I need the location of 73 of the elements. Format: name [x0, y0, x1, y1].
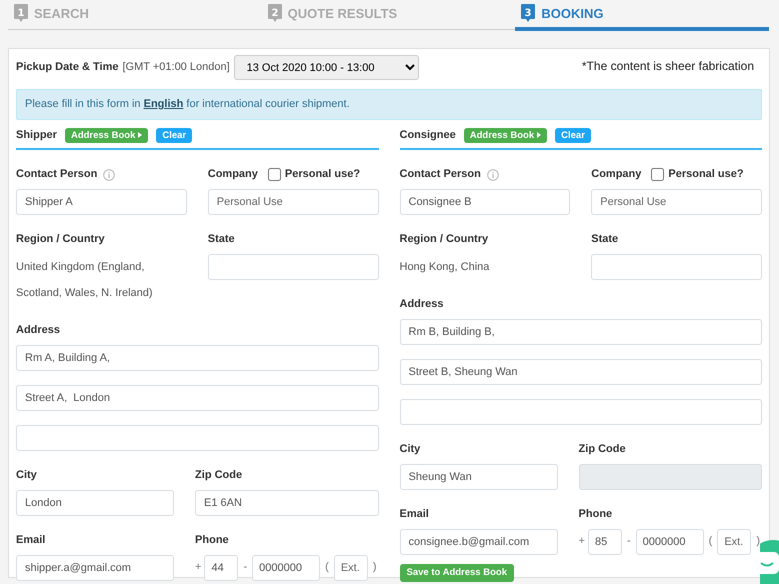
step-number-badge: 2: [268, 4, 282, 23]
field-label: State: [591, 232, 618, 248]
field-label: Email: [16, 533, 46, 548]
input-field[interactable]: consignee.b@gmail.com: [400, 528, 558, 554]
field-label: Company: [208, 167, 258, 182]
input-field[interactable]: Consignee B: [400, 188, 570, 214]
input-field[interactable]: Personal Use: [208, 188, 378, 214]
step-number-badge: 1: [14, 4, 28, 23]
input-field[interactable]: Ext.: [334, 554, 368, 580]
field-label: Company: [591, 167, 642, 182]
input-field[interactable]: 85: [588, 528, 622, 554]
disclaimer-note: *The content is sheer fabrication: [582, 58, 754, 75]
section-title: Shipper: [16, 128, 57, 143]
input-field[interactable]: Sheung Wan: [400, 464, 558, 490]
section-title: Consignee: [400, 128, 456, 143]
input-field[interactable]: Street B, Sheung Wan: [400, 358, 762, 384]
timezone-label: [GMT +01:00 London]: [122, 60, 230, 76]
field-label: Phone: [578, 507, 612, 522]
region-text: Scotland, Wales, N. Ireland): [16, 286, 154, 300]
phone-separator: -: [626, 534, 631, 550]
field-label: Address: [400, 297, 444, 312]
field-label: Zip Code: [195, 468, 242, 484]
pickup-label: Pickup Date & Time: [16, 60, 118, 76]
input-field[interactable]: London: [16, 490, 174, 516]
checkbox-label: Personal use?: [284, 167, 360, 182]
english-link[interactable]: English: [144, 98, 184, 110]
field-label: City: [400, 442, 420, 458]
input-field[interactable]: shipper.a@gmail.com: [16, 554, 174, 580]
checkbox[interactable]: [651, 168, 664, 181]
info-icon[interactable]: [486, 168, 499, 180]
field-label: Contact Person: [16, 167, 98, 182]
input-field[interactable]: Personal Use: [591, 188, 762, 214]
field-label: State: [208, 232, 235, 248]
region-text: Hong Kong, China: [400, 260, 490, 274]
input-field[interactable]: E1 6AN: [195, 490, 378, 516]
checkbox[interactable]: [268, 168, 281, 181]
input-field[interactable]: Rm A, Building A,: [16, 344, 378, 370]
chat-icon[interactable]: [760, 540, 779, 584]
input-field[interactable]: 44: [204, 554, 238, 580]
input-field[interactable]: [591, 254, 762, 280]
phone-separator: (: [708, 534, 712, 550]
input-field[interactable]: [208, 254, 378, 280]
info-alert: Please fill in this form in English for international courier shipment.: [16, 89, 762, 120]
input-field[interactable]: 0000000: [252, 554, 320, 580]
field-label: Email: [400, 507, 429, 522]
caret-icon: [138, 132, 142, 138]
input-field[interactable]: Rm B, Building B,: [400, 318, 762, 344]
info-icon[interactable]: [103, 168, 116, 180]
input-field[interactable]: Ext.: [717, 528, 752, 554]
input-field[interactable]: Shipper A: [16, 188, 187, 214]
phone-separator: ): [756, 534, 760, 550]
input-field[interactable]: [16, 424, 378, 450]
field-label: Region / Country: [16, 232, 105, 248]
input-field[interactable]: Street A, London: [16, 384, 378, 410]
phone-separator: +: [578, 534, 585, 550]
field-label: City: [16, 468, 37, 484]
field-label: Phone: [195, 533, 229, 548]
checkbox-label: Personal use?: [668, 167, 744, 182]
field-label: Zip Code: [578, 442, 626, 458]
field-label: Address: [16, 323, 60, 338]
step-tab[interactable]: 3 BOOKING: [515, 0, 770, 31]
phone-separator: -: [243, 560, 248, 576]
input-field[interactable]: [400, 398, 762, 424]
phone-separator: +: [195, 560, 202, 576]
caret-icon: [537, 132, 542, 138]
field-label: Contact Person: [400, 167, 481, 182]
field-label: Region / Country: [400, 232, 488, 248]
pickup-time-select[interactable]: 13 Oct 2020 10:00 - 13:00: [234, 55, 419, 80]
phone-separator: (: [325, 560, 329, 576]
region-text: United Kingdom (England,: [16, 260, 146, 274]
step-number-badge: 3: [521, 4, 536, 23]
phone-separator: ): [372, 560, 376, 576]
input-field[interactable]: 0000000: [636, 528, 704, 554]
